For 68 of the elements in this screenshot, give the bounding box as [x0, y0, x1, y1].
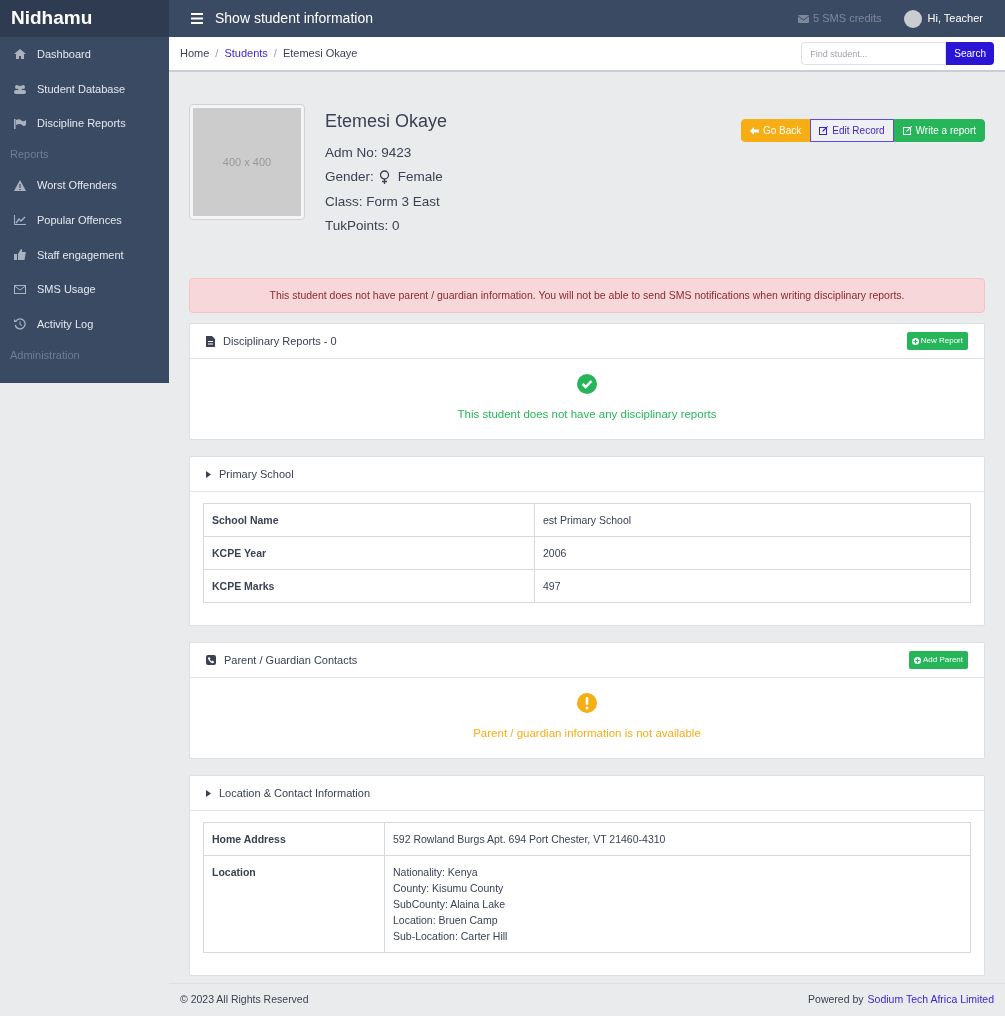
table-cell: KCPE Marks [203, 569, 535, 603]
student-name: Etemesi Okaye [325, 110, 448, 133]
home-icon [13, 49, 26, 60]
table-cell: KCPE Year [203, 536, 535, 570]
exclamation-circle-icon [577, 693, 597, 714]
arrow-left-icon [750, 126, 759, 135]
gender-value: Female [397, 168, 443, 187]
envelope-icon [13, 284, 26, 294]
mail-icon [798, 14, 810, 23]
caret-icon [206, 789, 211, 797]
breadcrumb-item: Etemesi Okaye [282, 46, 358, 62]
breadcrumb-item[interactable]: Home [180, 45, 210, 62]
line-chart-icon [13, 215, 26, 226]
sidebar-item[interactable]: Activity Log [0, 306, 169, 342]
female-icon [378, 170, 390, 185]
panel-title: Location & Contact Information [219, 785, 371, 801]
user-menu[interactable]: Hi, Teacher [927, 10, 983, 27]
app-logo[interactable]: Nidhamu [0, 0, 169, 37]
check-circle-icon [577, 374, 597, 395]
student-detail: TukPoints: 0 [325, 216, 401, 235]
sidebar-item[interactable]: Popular Offences [0, 202, 169, 238]
phone-icon [206, 655, 216, 665]
table-cell: Nationality: Kenya County: Kisumu County SubCounty: Alaina Lake Location: Bruen Camp Sub-Location: Carter Hill [384, 855, 971, 953]
user-avatar[interactable] [903, 9, 922, 28]
warning-icon [13, 179, 26, 191]
page-title: Show student information [215, 9, 373, 28]
thumbs-up-icon [13, 249, 26, 261]
breadcrumb-separator: / [215, 46, 219, 62]
plus-circle-icon [913, 656, 921, 664]
sidebar-item[interactable]: Worst Offenders [0, 168, 169, 203]
student-detail: Adm No: 9423 [325, 144, 413, 162]
powered-by-text: Powered by [808, 992, 864, 1008]
company-link[interactable]: Sodium Tech Africa Limited [867, 992, 994, 1008]
student-detail: Class: Form 3 East [325, 192, 441, 211]
sms-credits: 5 SMS credits [813, 11, 882, 27]
sidebar-item[interactable]: SMS Usage [0, 272, 169, 307]
menu-icon[interactable] [191, 13, 203, 24]
panel-title: Primary School [219, 466, 294, 482]
breadcrumb-separator: / [273, 46, 277, 62]
plus-circle-icon [911, 337, 919, 345]
table-cell: est Primary School [534, 503, 971, 537]
sidebar-item[interactable]: Dashboard [0, 37, 169, 72]
sidebar-item[interactable]: Staff engagement [0, 237, 169, 273]
copyright-text: © 2023 All Rights Reserved [180, 992, 309, 1008]
flag-icon [13, 118, 26, 129]
search-button[interactable]: Search [946, 42, 994, 65]
table-cell: 497 [534, 569, 971, 603]
edit-icon [819, 126, 829, 135]
breadcrumb-link[interactable]: Students [224, 45, 268, 62]
document-icon [206, 335, 215, 347]
table-cell: School Name [203, 503, 535, 537]
table-cell: 2006 [534, 536, 971, 570]
sidebar-item[interactable]: Student Database [0, 71, 169, 107]
table-cell: Location [203, 855, 385, 953]
search-field[interactable]: Find student... [801, 42, 947, 65]
caret-icon [206, 470, 211, 478]
panel-title: Parent / Guardian Contacts [224, 652, 358, 668]
gender-label: Gender: [325, 168, 374, 187]
panel-title: Disciplinary Reports - 0 [223, 333, 337, 349]
history-icon [13, 318, 26, 331]
table-cell: 592 Rowland Burgs Apt. 694 Port Chester, VT 21460-4310 [384, 822, 971, 856]
warning-alert: This student does not have parent / guardian information. You will not be able to send SMS notifications when writing disciplinary reports. [189, 278, 985, 313]
edit-icon [902, 126, 912, 135]
sidebar-item[interactable]: Discipline Reports [0, 106, 169, 142]
status-message: This student does not have any disciplinary reports [457, 407, 717, 423]
action-button[interactable]: Edit Record [810, 119, 894, 142]
table-cell: Home Address [203, 822, 385, 856]
status-message: Parent / guardian information is not available [473, 726, 701, 742]
